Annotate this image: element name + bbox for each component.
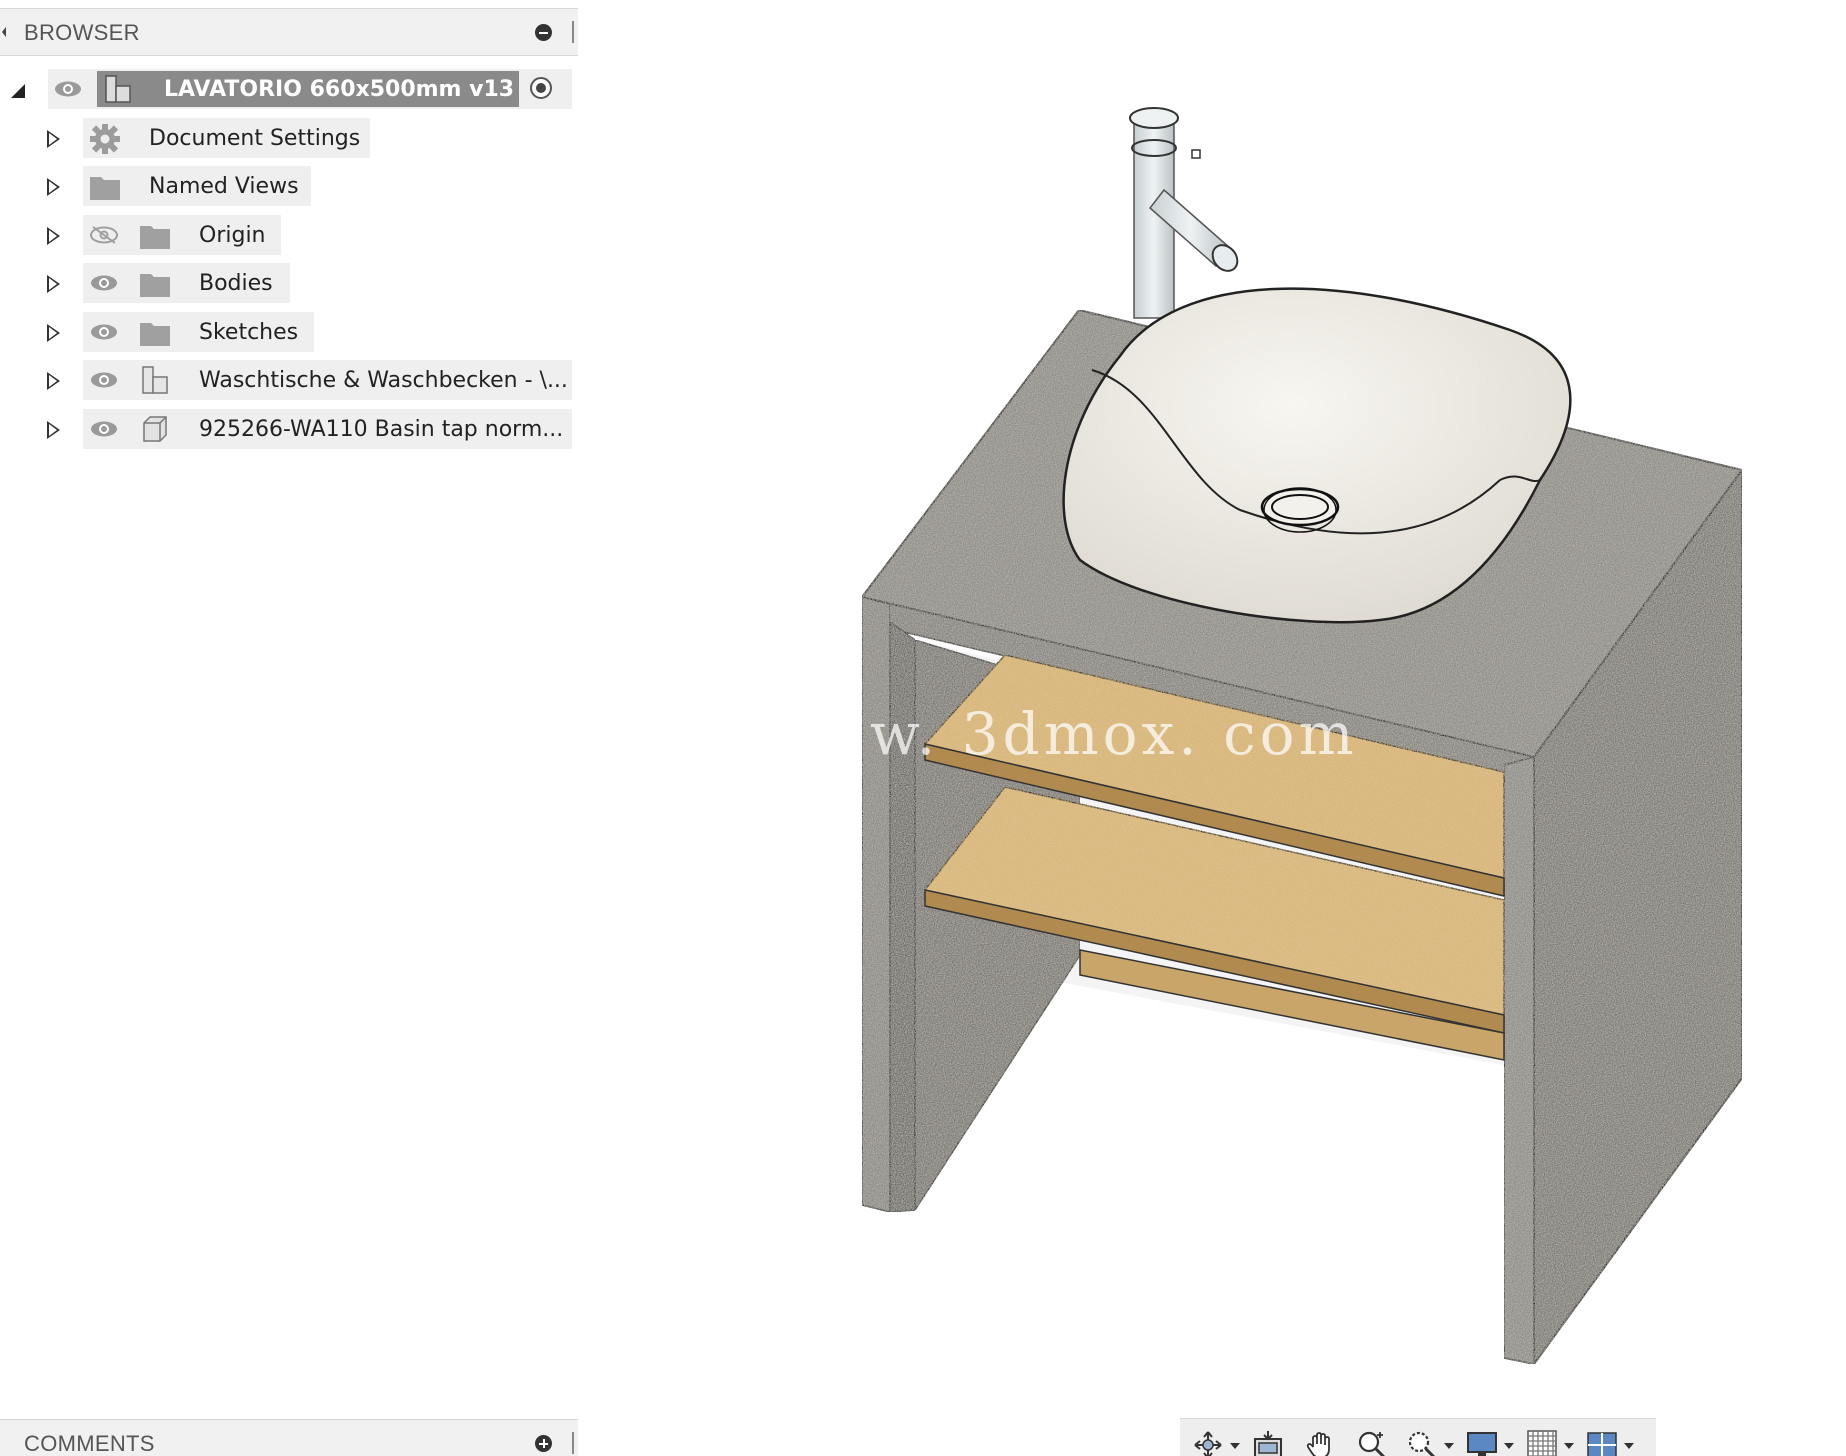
- item-label: Sketches: [199, 320, 299, 345]
- item-label: 925266-WA110 Basin tap norm...: [199, 417, 564, 442]
- pan-icon[interactable]: [1304, 1429, 1336, 1456]
- browser-item-origin[interactable]: Origin: [0, 215, 578, 255]
- item-label: Document Settings: [149, 126, 361, 151]
- expand-triangle-icon[interactable]: [47, 130, 60, 148]
- folder-icon: [140, 226, 170, 249]
- browser-item-document-settings[interactable]: Document Settings: [0, 118, 578, 158]
- watermark-text: w. 3dmox. com: [870, 700, 1358, 768]
- orbit-icon[interactable]: [1192, 1429, 1224, 1456]
- collapse-minus-icon[interactable]: [535, 24, 552, 41]
- component-icon: [105, 75, 131, 103]
- add-comment-plus-icon[interactable]: [535, 1435, 552, 1452]
- browser-item-bodies[interactable]: Bodies: [0, 263, 578, 303]
- browser-item-waschtische-component[interactable]: Waschtische & Waschbecken - \...: [0, 360, 578, 400]
- navigation-bar: [1180, 1418, 1656, 1456]
- item-label: Bodies: [199, 271, 273, 296]
- folder-icon: [90, 177, 120, 200]
- eye-hidden-icon[interactable]: [89, 226, 119, 244]
- expand-triangle-icon[interactable]: [47, 372, 60, 390]
- component-icon: [142, 366, 168, 394]
- zoom-icon[interactable]: [1356, 1429, 1388, 1456]
- display-settings-icon[interactable]: [1466, 1429, 1498, 1456]
- eye-icon[interactable]: [89, 420, 119, 438]
- folder-icon: [140, 274, 170, 297]
- body-icon: [143, 416, 167, 442]
- grid-icon[interactable]: [1526, 1429, 1558, 1456]
- browser-title: BROWSER: [24, 20, 140, 45]
- browser-item-named-views[interactable]: Named Views: [0, 166, 578, 206]
- item-label: Named Views: [149, 174, 299, 199]
- collapse-triangle-icon[interactable]: [11, 84, 25, 98]
- viewports-icon[interactable]: [1586, 1429, 1618, 1456]
- collapse-panel-icon[interactable]: [2, 27, 6, 37]
- folder-icon: [140, 323, 170, 346]
- item-label: Origin: [199, 223, 266, 248]
- eye-icon[interactable]: [89, 323, 119, 341]
- orbit-dropdown-icon[interactable]: [1230, 1443, 1240, 1449]
- panel-grip-handle[interactable]: [572, 21, 574, 43]
- root-component-label: LAVATORIO 660x500mm v13: [164, 77, 515, 102]
- browser-panel-header[interactable]: BROWSER: [0, 8, 578, 56]
- expand-triangle-icon[interactable]: [47, 227, 60, 245]
- expand-triangle-icon[interactable]: [47, 324, 60, 342]
- zoom-window-icon[interactable]: [1406, 1429, 1438, 1456]
- comments-title: COMMENTS: [24, 1431, 155, 1456]
- expand-triangle-icon[interactable]: [47, 421, 60, 439]
- eye-icon[interactable]: [53, 80, 83, 98]
- display-dropdown-icon[interactable]: [1504, 1443, 1514, 1449]
- viewports-dropdown-icon[interactable]: [1624, 1443, 1634, 1449]
- browser-item-sketches[interactable]: Sketches: [0, 312, 578, 352]
- look-at-icon[interactable]: [1252, 1429, 1284, 1456]
- eye-icon[interactable]: [89, 274, 119, 292]
- gear-icon: [90, 124, 120, 154]
- eye-icon[interactable]: [89, 371, 119, 389]
- fusion-window: BROWSER LAVATORIO 660x500mm v13 Document…: [0, 0, 1846, 1456]
- expand-triangle-icon[interactable]: [47, 178, 60, 196]
- item-label: Waschtische & Waschbecken - \...: [199, 368, 568, 393]
- browser-item-basin-tap[interactable]: 925266-WA110 Basin tap norm...: [0, 409, 578, 449]
- activate-radio-icon[interactable]: [530, 77, 552, 99]
- grid-dropdown-icon[interactable]: [1564, 1443, 1574, 1449]
- panel-grip-handle[interactable]: [572, 1432, 574, 1454]
- zoom-dropdown-icon[interactable]: [1444, 1443, 1454, 1449]
- expand-triangle-icon[interactable]: [47, 275, 60, 293]
- comments-panel-header[interactable]: COMMENTS: [0, 1419, 578, 1456]
- browser-root-row[interactable]: LAVATORIO 660x500mm v13: [0, 69, 578, 109]
